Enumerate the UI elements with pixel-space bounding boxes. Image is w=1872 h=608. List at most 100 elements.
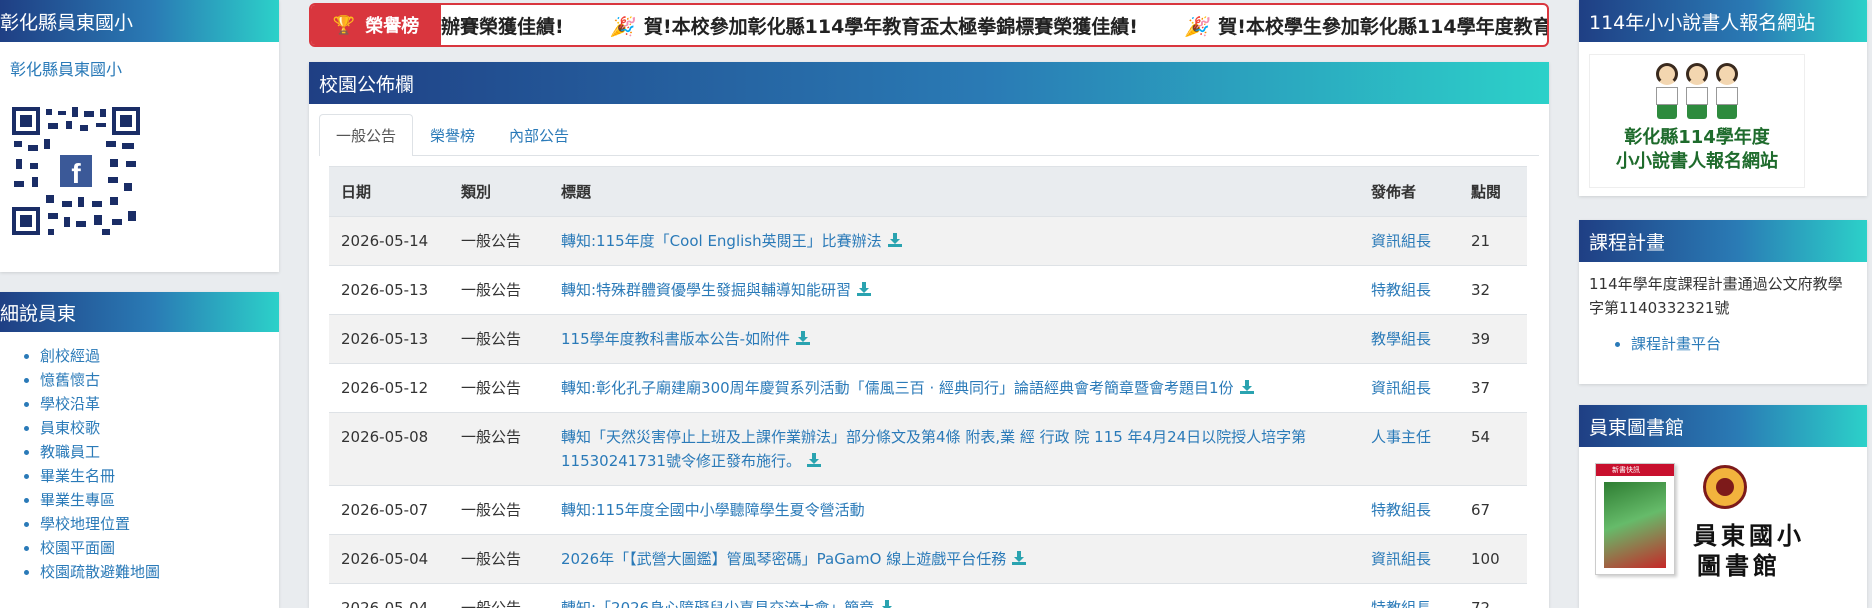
honor-label-text: 榮譽榜 <box>365 16 420 37</box>
library-panel: 員東圖書館 新書快訊 員東國小 圖書館 <box>1579 405 1867 608</box>
row-publisher[interactable]: 特教組長 <box>1359 265 1459 315</box>
children-illustration <box>1590 63 1804 125</box>
about-item-school-song[interactable]: 員東校歌 <box>40 416 279 440</box>
row-title: 轉知:115年度「Cool English英閱王」比賽辦法 <box>549 216 1359 266</box>
storyteller-panel: 114年小小說書人報名網站 彰化縣114學年度 小小說書人報名網站 <box>1579 0 1867 196</box>
row-category: 一般公告 <box>449 583 549 608</box>
row-date: 2026-05-04 <box>329 583 449 608</box>
marquee-item[interactable]: 🎉 賀!本校學生參加彰化縣114學年度教育盃 <box>1185 16 1547 38</box>
row-hits: 54 <box>1459 412 1527 486</box>
curriculum-panel: 課程計畫 114年學年度課程計畫通過公文府教學字第1140332321號 課程計… <box>1579 220 1867 384</box>
tab-general[interactable]: 一般公告 <box>319 114 414 156</box>
row-title: 2026年「【武營大圖鑑】管風琴密碼」PaGamO 線上遊戲平台任務 <box>549 534 1359 584</box>
table-header-row: 日期 類別 標題 發佈者 點閱 <box>329 166 1527 217</box>
storyteller-banner[interactable]: 彰化縣114學年度 小小說書人報名網站 <box>1589 54 1805 188</box>
download-icon[interactable] <box>887 233 902 247</box>
library-banner[interactable]: 新書快訊 員東國小 圖書館 <box>1595 463 1851 591</box>
about-item-location[interactable]: 學校地理位置 <box>40 512 279 536</box>
row-category: 一般公告 <box>449 363 549 413</box>
announcement-link[interactable]: 轉知:「2026身心障礙兒少喜見交流大會」簡章 <box>561 599 874 608</box>
honor-marquee: 🏆 榮譽榜 辦賽榮獲佳績! 🎉 賀!本校參加彰化縣114學年教育盃太極拳錦標賽榮獲… <box>309 3 1549 47</box>
about-item-evacuation-map[interactable]: 校園疏散避難地圖 <box>40 560 279 584</box>
school-panel-header: 彰化縣員東國小 <box>0 0 279 42</box>
marquee-item[interactable]: 🎉 賀!本校參加彰化縣114學年教育盃太極拳錦標賽榮獲佳績! <box>610 16 1138 38</box>
tab-honors[interactable]: 榮譽榜 <box>413 114 492 156</box>
school-panel: 彰化縣員東國小 彰化縣員東國小 f <box>0 0 279 272</box>
about-item-staff[interactable]: 教職員工 <box>40 440 279 464</box>
bulletin-board-header: 校園公佈欄 <box>309 62 1549 104</box>
about-item-memories[interactable]: 憶舊懷古 <box>40 368 279 392</box>
row-title: 轉知:彰化孔子廟建廟300周年慶賀系列活動「儒風三百 · 經典同行」論語經典會考… <box>549 363 1359 413</box>
marquee-item[interactable]: 辦賽榮獲佳績! <box>441 16 564 38</box>
bulletin-board: 校園公佈欄 一般公告 榮譽榜 內部公告 日期 類別 標題 發佈者 點閱 2026… <box>309 62 1549 608</box>
facebook-qr-code[interactable]: f <box>12 107 140 235</box>
library-panel-header: 員東圖書館 <box>1579 405 1867 447</box>
table-row: 2026-05-08 一般公告 轉知「天然災害停止上班及上課作業辦法」部分條文及第4… <box>329 412 1527 486</box>
col-hits[interactable]: 點閱 <box>1459 166 1527 217</box>
row-date: 2026-05-08 <box>329 412 449 486</box>
svg-text:f: f <box>71 158 81 189</box>
row-hits: 32 <box>1459 265 1527 315</box>
row-publisher[interactable]: 資訊組長 <box>1359 534 1459 584</box>
announcement-link[interactable]: 115學年度教科書版本公告-如附件 <box>561 330 790 348</box>
table-row: 2026-05-13 一般公告 115學年度教科書版本公告-如附件 教學組長 39 <box>329 314 1527 364</box>
about-list: 創校經過 憶舊懷古 學校沿革 員東校歌 教職員工 畢業生名冊 畢業生專區 學校地… <box>0 344 279 584</box>
storyteller-banner-line1: 彰化縣114學年度 <box>1624 127 1770 148</box>
announcement-link[interactable]: 2026年「【武營大圖鑑】管風琴密碼」PaGamO 線上遊戲平台任務 <box>561 550 1006 568</box>
table-row: 2026-05-04 一般公告轉知:「2026身心障礙兒少喜見交流大會」簡章 特教組… <box>329 583 1527 608</box>
row-category: 一般公告 <box>449 265 549 315</box>
row-publisher[interactable]: 人事主任 <box>1359 412 1459 486</box>
row-hits: 72 <box>1459 583 1527 608</box>
row-hits: 39 <box>1459 314 1527 364</box>
curriculum-links: 課程計畫平台 <box>1579 332 1867 356</box>
about-panel-header: 細說員東 <box>0 292 279 332</box>
about-item-history[interactable]: 創校經過 <box>40 344 279 368</box>
table-row: 2026-05-07 一般公告 轉知:115年度全國中小學聽障學生夏令營活動 特教組長… <box>329 485 1527 535</box>
announcement-link[interactable]: 轉知:115年度「Cool English英閱王」比賽辦法 <box>561 232 882 250</box>
row-date: 2026-05-13 <box>329 314 449 364</box>
download-icon[interactable] <box>857 282 872 296</box>
about-item-timeline[interactable]: 學校沿革 <box>40 392 279 416</box>
about-item-graduate-roster[interactable]: 畢業生名冊 <box>40 464 279 488</box>
download-icon[interactable] <box>796 331 811 345</box>
about-panel: 細說員東 創校經過 憶舊懷古 學校沿革 員東校歌 教職員工 畢業生名冊 畢業生專… <box>0 292 279 608</box>
col-date[interactable]: 日期 <box>329 166 449 217</box>
row-category: 一般公告 <box>449 314 549 364</box>
announcement-link[interactable]: 轉知:特殊群體資優學生發掘與輔導知能研習 <box>561 281 851 299</box>
storyteller-banner-line2: 小小說書人報名網站 <box>1616 151 1778 172</box>
curriculum-notice: 114年學年度課程計畫通過公文府教學字第1140332321號 <box>1589 275 1843 317</box>
table-row: 2026-05-04 一般公告 2026年「【武營大圖鑑】管風琴密碼」PaGamO … <box>329 534 1527 584</box>
row-category: 一般公告 <box>449 485 549 535</box>
announcement-link[interactable]: 轉知「天然災害停止上班及上課作業辦法」部分條文及第4條 附表,業 經 行政 院 … <box>561 428 1306 470</box>
col-category[interactable]: 類別 <box>449 166 549 217</box>
new-book-icon: 新書快訊 <box>1595 463 1675 575</box>
row-hits: 21 <box>1459 216 1527 266</box>
download-icon[interactable] <box>1239 380 1254 394</box>
announcement-link[interactable]: 轉知:彰化孔子廟建廟300周年慶賀系列活動「儒風三百 · 經典同行」論語經典會考… <box>561 379 1234 397</box>
curriculum-platform-link[interactable]: 課程計畫平台 <box>1631 332 1867 356</box>
download-icon[interactable] <box>1012 551 1027 565</box>
row-publisher[interactable]: 特教組長 <box>1359 583 1459 608</box>
bulletin-tabs: 一般公告 榮譽榜 內部公告 <box>319 114 1539 156</box>
row-date: 2026-05-12 <box>329 363 449 413</box>
row-publisher[interactable]: 教學組長 <box>1359 314 1459 364</box>
row-category: 一般公告 <box>449 534 549 584</box>
row-date: 2026-05-14 <box>329 216 449 266</box>
col-title[interactable]: 標題 <box>549 166 1359 217</box>
honor-label[interactable]: 🏆 榮譽榜 <box>311 5 441 45</box>
download-icon[interactable] <box>806 453 821 467</box>
row-publisher[interactable]: 資訊組長 <box>1359 363 1459 413</box>
school-home-link[interactable]: 彰化縣員東國小 <box>10 56 279 80</box>
announcement-link[interactable]: 轉知:115年度全國中小學聽障學生夏令營活動 <box>561 501 865 519</box>
about-item-graduate-zone[interactable]: 畢業生專區 <box>40 488 279 512</box>
tab-internal[interactable]: 內部公告 <box>492 114 586 156</box>
row-publisher[interactable]: 特教組長 <box>1359 485 1459 535</box>
row-category: 一般公告 <box>449 412 549 486</box>
about-item-campus-map[interactable]: 校園平面圖 <box>40 536 279 560</box>
col-publisher[interactable]: 發佈者 <box>1359 166 1459 217</box>
row-title: 轉知「天然災害停止上班及上課作業辦法」部分條文及第4條 附表,業 經 行政 院 … <box>549 412 1359 486</box>
row-title: 轉知:特殊群體資優學生發掘與輔導知能研習 <box>549 265 1359 315</box>
row-date: 2026-05-07 <box>329 485 449 535</box>
download-icon[interactable] <box>880 600 894 608</box>
row-publisher[interactable]: 資訊組長 <box>1359 216 1459 266</box>
